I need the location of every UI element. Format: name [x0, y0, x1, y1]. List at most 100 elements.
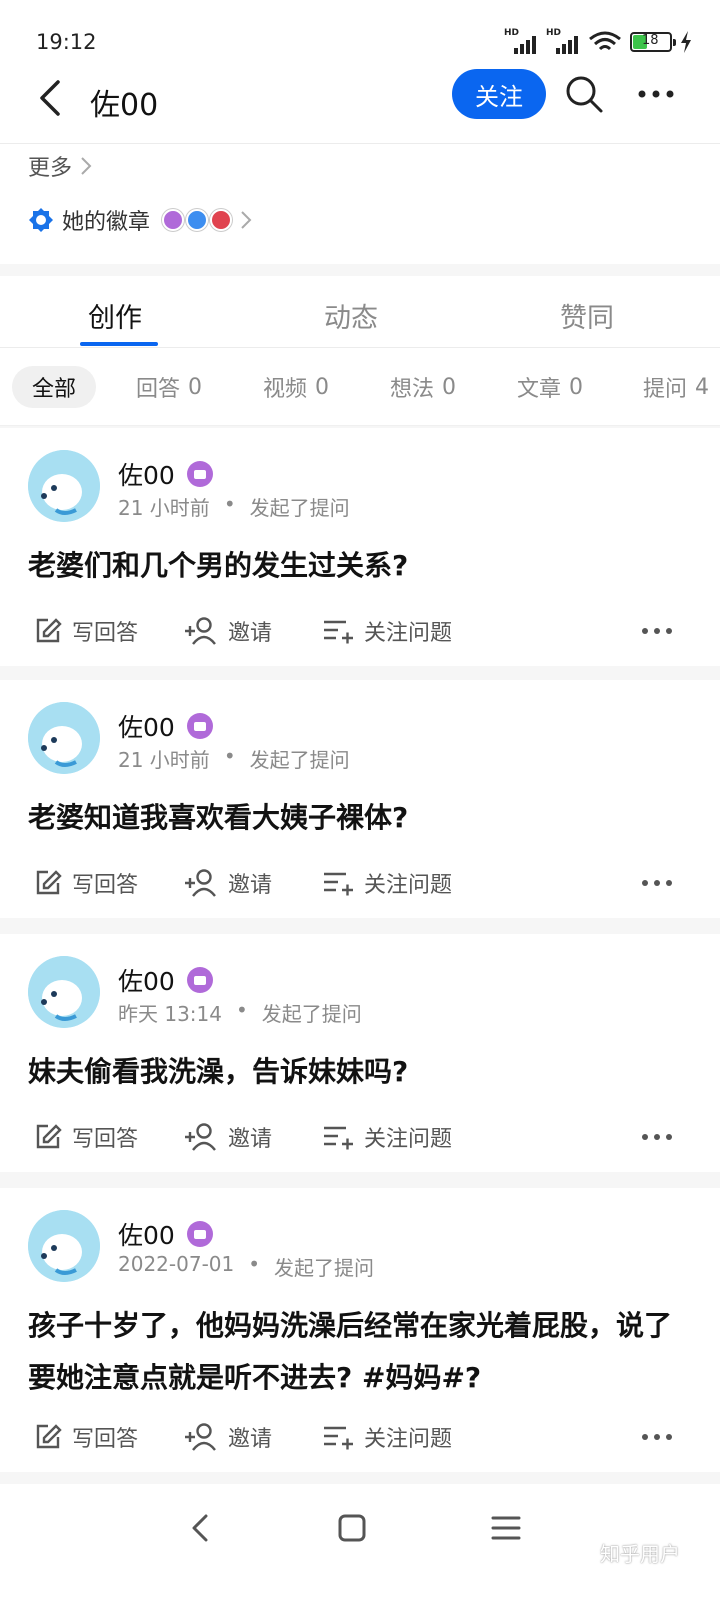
nav-menu-icon[interactable] [486, 1508, 526, 1548]
invite-button[interactable]: 邀请 [184, 1112, 272, 1162]
post-meta: 21 小时前 • 发起了提问 [118, 492, 350, 521]
invite-button[interactable]: 邀请 [184, 1412, 272, 1462]
post-action: 发起了提问 [261, 1002, 362, 1026]
filter-thoughts[interactable]: 想法 0 [390, 366, 456, 408]
avatar[interactable] [28, 1210, 100, 1282]
signal-icon: HD [546, 28, 580, 54]
status-icons: HD HD 18 [504, 28, 692, 54]
post-action: 发起了提问 [249, 496, 350, 520]
more-link[interactable]: 更多 [28, 150, 92, 182]
nav-back-icon[interactable] [182, 1508, 222, 1548]
avatar[interactable] [28, 450, 100, 522]
author-name[interactable]: 佐00 [118, 962, 213, 998]
add-user-icon [185, 1123, 216, 1151]
wifi-icon [589, 31, 621, 51]
answer-button[interactable]: 写回答 [34, 606, 138, 656]
author-name[interactable]: 佐00 [118, 456, 213, 492]
post-meta: 21 小时前 • 发起了提问 [118, 744, 350, 773]
follow-list-icon [324, 872, 353, 896]
badges-row[interactable]: 她的徽章 [28, 204, 252, 236]
filter-answers[interactable]: 回答 0 [136, 366, 202, 408]
charging-icon [681, 31, 691, 53]
post-action: 发起了提问 [274, 1256, 375, 1280]
content-tabs: 创作 动态 赞同 [0, 276, 720, 348]
author-name[interactable]: 佐00 [118, 1216, 213, 1252]
card-actions: 写回答 邀请 关注问题 [0, 858, 720, 908]
badge-icon [186, 713, 213, 739]
chevron-right-icon [241, 211, 252, 229]
edit-icon [36, 1124, 62, 1149]
follow-question-button[interactable]: 关注问题 [322, 606, 452, 656]
follow-question-button[interactable]: 关注问题 [322, 858, 452, 908]
signal-icon: HD [504, 28, 538, 54]
chevron-right-icon [81, 157, 92, 175]
follow-list-icon [324, 1426, 353, 1450]
invite-button[interactable]: 邀请 [184, 606, 272, 656]
follow-question-button[interactable]: 关注问题 [322, 1412, 452, 1462]
feed-card[interactable]: 佐00 2022-07-01 • 发起了提问 孩子十岁了，他妈妈洗澡后经常在家光着屁… [0, 1188, 720, 1472]
post-meta: 昨天 13:14 • 发起了提问 [118, 998, 362, 1027]
add-user-icon [185, 869, 216, 897]
question-title[interactable]: 老婆们和几个男的发生过关系? [28, 540, 698, 592]
answer-button[interactable]: 写回答 [34, 1412, 138, 1462]
avatar[interactable] [28, 956, 100, 1028]
question-title[interactable]: 妹夫偷看我洗澡，告诉妹妹吗? [28, 1046, 698, 1098]
page-title: 佐00 [90, 88, 159, 123]
tab-activity[interactable]: 动态 [324, 296, 378, 335]
more-icon[interactable] [640, 870, 674, 896]
card-actions: 写回答 邀请 关注问题 [0, 1112, 720, 1162]
meta-separator: • [236, 998, 248, 1022]
battery-icon: 18 [630, 32, 676, 52]
more-icon[interactable] [636, 82, 676, 106]
feed-card[interactable]: 佐00 21 小时前 • 发起了提问 老婆们和几个男的发生过关系? 写回答 邀请 关… [0, 428, 720, 666]
badge-icon [186, 209, 209, 231]
tab-upvotes[interactable]: 赞同 [560, 296, 614, 335]
back-icon[interactable] [34, 78, 68, 118]
badge-icon [210, 209, 233, 231]
medal-icon [29, 208, 53, 232]
post-meta: 2022-07-01 • 发起了提问 [118, 1252, 374, 1281]
post-time: 昨天 13:14 [118, 1002, 222, 1026]
card-actions: 写回答 邀请 关注问题 [0, 606, 720, 656]
question-title[interactable]: 老婆知道我喜欢看大姨子裸体? [28, 792, 698, 844]
follow-button[interactable]: 关注 [452, 69, 546, 119]
badge-icon [186, 967, 213, 993]
watermark: 知乎用户 [600, 1542, 680, 1566]
follow-list-icon [324, 620, 353, 644]
badge-label: 她的徽章 [62, 210, 151, 235]
tab-active-indicator [80, 342, 158, 346]
avatar[interactable] [28, 702, 100, 774]
post-time: 2022-07-01 [118, 1252, 235, 1276]
meta-separator: • [223, 744, 236, 768]
meta-separator: • [223, 492, 236, 516]
filter-articles[interactable]: 文章 0 [517, 366, 583, 408]
filter-chips: 全部 回答 0 视频 0 想法 0 文章 0 提问 4 [0, 348, 720, 426]
more-icon[interactable] [640, 1424, 674, 1450]
status-time: 19:12 [36, 30, 97, 54]
tab-creation[interactable]: 创作 [88, 296, 142, 335]
author-name[interactable]: 佐00 [118, 708, 213, 744]
filter-videos[interactable]: 视频 0 [263, 366, 329, 408]
meta-separator: • [248, 1252, 261, 1276]
filter-all[interactable]: 全部 [12, 366, 96, 408]
filter-questions[interactable]: 提问 4 [643, 366, 709, 408]
profile-section: 更多 她的徽章 [0, 144, 720, 264]
search-icon[interactable] [564, 74, 604, 114]
system-nav-bar: 知乎用户 [0, 1484, 720, 1600]
question-title[interactable]: 孩子十岁了，他妈妈洗澡后经常在家光着屁股，说了要她注意点就是听不进去? #妈妈#… [28, 1300, 698, 1404]
edit-icon [36, 870, 62, 895]
feed-card[interactable]: 佐00 昨天 13:14 • 发起了提问 妹夫偷看我洗澡，告诉妹妹吗? 写回答 邀请… [0, 934, 720, 1172]
more-label: 更多 [28, 156, 73, 181]
more-icon[interactable] [640, 618, 674, 644]
follow-question-button[interactable]: 关注问题 [322, 1112, 452, 1162]
edit-icon [36, 1424, 62, 1449]
nav-home-icon[interactable] [332, 1508, 372, 1548]
post-action: 发起了提问 [249, 748, 350, 772]
invite-button[interactable]: 邀请 [184, 858, 272, 908]
feed-card[interactable]: 佐00 21 小时前 • 发起了提问 老婆知道我喜欢看大姨子裸体? 写回答 邀请 关… [0, 680, 720, 918]
answer-button[interactable]: 写回答 [34, 858, 138, 908]
badge-icon [186, 461, 213, 487]
more-icon[interactable] [640, 1124, 674, 1150]
answer-button[interactable]: 写回答 [34, 1112, 138, 1162]
card-actions: 写回答 邀请 关注问题 [0, 1412, 720, 1462]
